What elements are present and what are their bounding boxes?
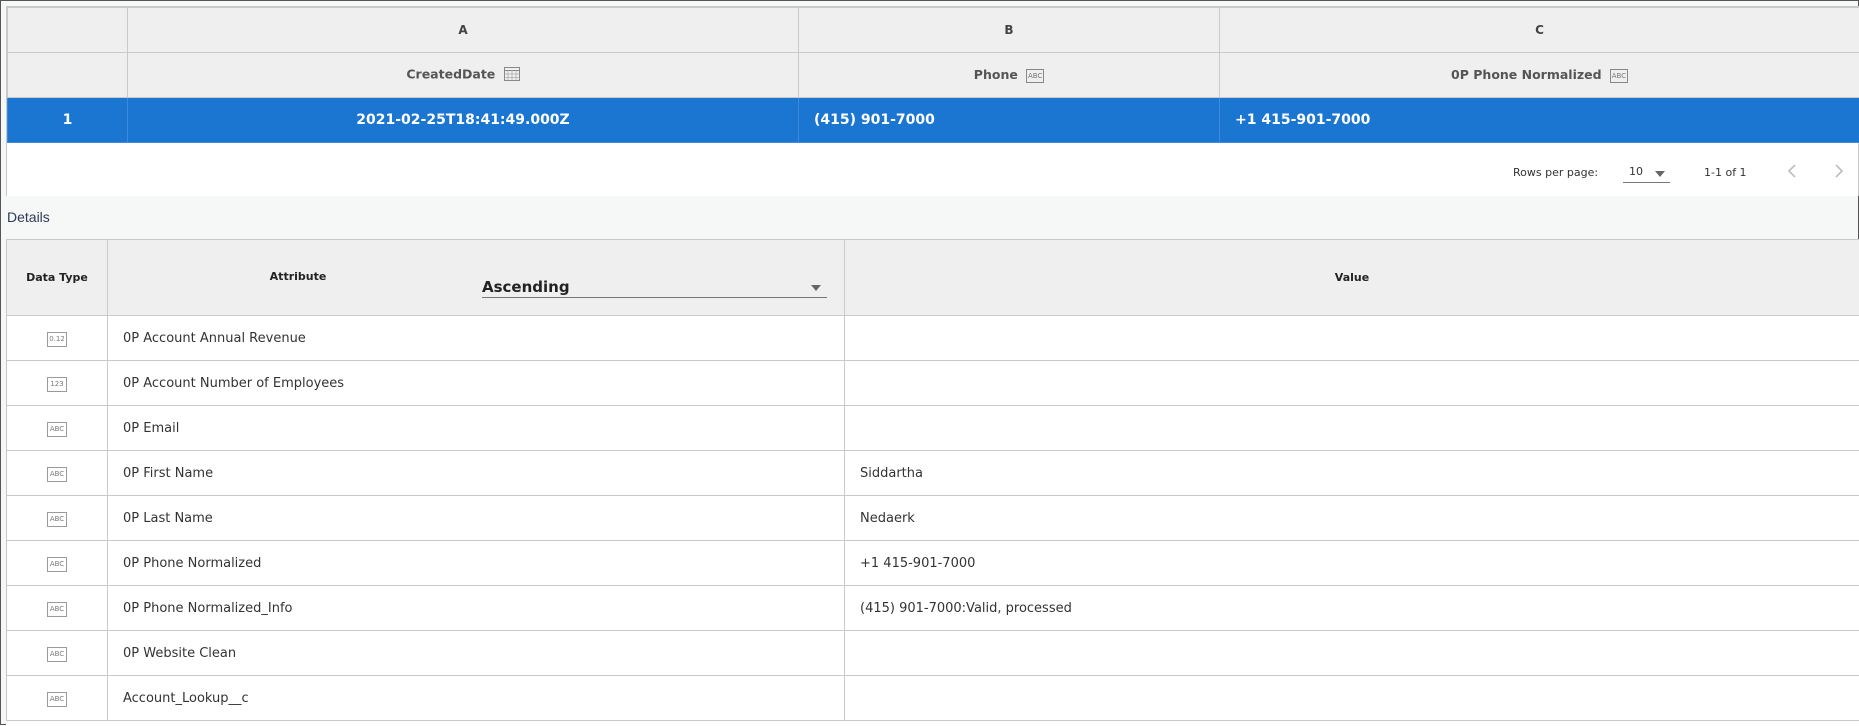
column-letter-a[interactable]: A [128, 8, 799, 53]
caret-down-icon [811, 281, 821, 294]
column-header-label: CreatedDate [406, 67, 495, 82]
data-type-cell: ABC [7, 406, 108, 451]
attribute-cell: 0P Phone Normalized_Info [108, 586, 845, 631]
data-type-cell: ABC [7, 541, 108, 586]
details-title: Details [7, 209, 50, 225]
table-cell-createddate[interactable]: 2021-02-25T18:41:49.000Z [128, 98, 799, 143]
details-table: Data Type Attribute Ascending Value 0.12… [6, 239, 1859, 721]
text-type-icon: ABC [47, 422, 67, 437]
data-type-cell: 0.12 [7, 316, 108, 361]
row-header-corner [8, 53, 128, 98]
column-header-row: CreatedDate Phone [8, 53, 1859, 98]
column-letter-row: A B C [8, 8, 1859, 53]
data-type-cell: ABC [7, 586, 108, 631]
rows-per-page-value: 10 [1629, 165, 1643, 178]
table-row[interactable]: ABC Account_Lookup__c [7, 676, 1859, 721]
data-grid: A B C CreatedDate [6, 6, 1859, 196]
column-letter-b[interactable]: B [799, 8, 1220, 53]
text-type-icon: ABC [47, 692, 67, 707]
value-cell: (415) 901-7000:Valid, processed [845, 586, 1859, 631]
details-header-row: Data Type Attribute Ascending Value [7, 240, 1859, 316]
row-index-cell[interactable]: 1 [8, 98, 128, 143]
value-cell: Siddartha [845, 451, 1859, 496]
value-cell [845, 361, 1859, 406]
details-panel: Data Type Attribute Ascending Value 0.12… [6, 239, 1859, 726]
value-cell: Nedaerk [845, 496, 1859, 541]
text-type-icon: ABC [47, 467, 67, 482]
text-type-icon: ABC [1610, 69, 1628, 83]
attribute-cell: 0P Phone Normalized [108, 541, 845, 586]
attribute-header-label: Attribute [108, 270, 488, 283]
sort-order-value: Ascending [482, 278, 570, 296]
column-header-phone[interactable]: Phone ABC [799, 53, 1220, 98]
integer-type-icon: 123 [47, 377, 67, 392]
attribute-cell: 0P Account Number of Employees [108, 361, 845, 406]
data-type-cell: ABC [7, 451, 108, 496]
text-type-icon: ABC [47, 647, 67, 662]
rows-per-page-label: Rows per page: [1513, 166, 1598, 179]
text-type-icon: ABC [47, 602, 67, 617]
table-row-selected[interactable]: 1 2021-02-25T18:41:49.000Z (415) 901-700… [8, 98, 1859, 143]
column-header-phone-normalized[interactable]: 0P Phone Normalized ABC [1220, 53, 1859, 98]
column-header-label: Phone [974, 67, 1018, 82]
table-row[interactable]: ABC 0P Email [7, 406, 1859, 451]
column-header-createddate[interactable]: CreatedDate [128, 53, 799, 98]
chevron-left-icon[interactable] [1783, 161, 1803, 181]
text-type-icon: ABC [1026, 69, 1044, 83]
table-row[interactable]: 123 0P Account Number of Employees [7, 361, 1859, 406]
text-type-icon: ABC [47, 557, 67, 572]
table-row[interactable]: ABC 0P Phone Normalized_Info (415) 901-7… [7, 586, 1859, 631]
column-header-label: 0P Phone Normalized [1451, 67, 1602, 82]
column-letter-c[interactable]: C [1220, 8, 1859, 53]
rows-per-page-select[interactable]: 10 [1623, 161, 1670, 183]
corner-cell [8, 8, 128, 53]
sort-order-select[interactable]: Ascending [482, 274, 827, 298]
data-grid-table: A B C CreatedDate [7, 7, 1859, 143]
value-cell [845, 631, 1859, 676]
value-cell [845, 406, 1859, 451]
value-header: Value [845, 240, 1859, 316]
table-row[interactable]: ABC 0P Last Name Nedaerk [7, 496, 1859, 541]
data-type-cell: ABC [7, 631, 108, 676]
table-row[interactable]: ABC 0P Phone Normalized +1 415-901-7000 [7, 541, 1859, 586]
text-type-icon: ABC [47, 512, 67, 527]
pagination-bar: Rows per page: 10 1-1 of 1 [7, 147, 1858, 196]
attribute-cell: 0P Email [108, 406, 845, 451]
decimal-type-icon: 0.12 [47, 332, 67, 347]
data-type-cell: ABC [7, 496, 108, 541]
attribute-cell: 0P Account Annual Revenue [108, 316, 845, 361]
data-type-header: Data Type [7, 240, 108, 316]
app-frame: A B C CreatedDate [0, 0, 1859, 725]
value-cell [845, 676, 1859, 721]
attribute-cell: 0P First Name [108, 451, 845, 496]
value-cell [845, 316, 1859, 361]
attribute-cell: 0P Last Name [108, 496, 845, 541]
data-type-cell: ABC [7, 676, 108, 721]
table-row[interactable]: ABC 0P Website Clean [7, 631, 1859, 676]
calendar-icon [504, 66, 520, 84]
caret-down-icon [1655, 167, 1665, 180]
pagination-range: 1-1 of 1 [1704, 166, 1747, 179]
attribute-header: Attribute Ascending [108, 240, 845, 316]
chevron-right-icon[interactable] [1828, 161, 1848, 181]
attribute-cell: Account_Lookup__c [108, 676, 845, 721]
table-row[interactable]: ABC 0P First Name Siddartha [7, 451, 1859, 496]
value-cell: +1 415-901-7000 [845, 541, 1859, 586]
table-cell-phone[interactable]: (415) 901-7000 [799, 98, 1220, 143]
attribute-cell: 0P Website Clean [108, 631, 845, 676]
table-cell-phone-normalized[interactable]: +1 415-901-7000 [1220, 98, 1859, 143]
table-row[interactable]: 0.12 0P Account Annual Revenue [7, 316, 1859, 361]
data-type-cell: 123 [7, 361, 108, 406]
